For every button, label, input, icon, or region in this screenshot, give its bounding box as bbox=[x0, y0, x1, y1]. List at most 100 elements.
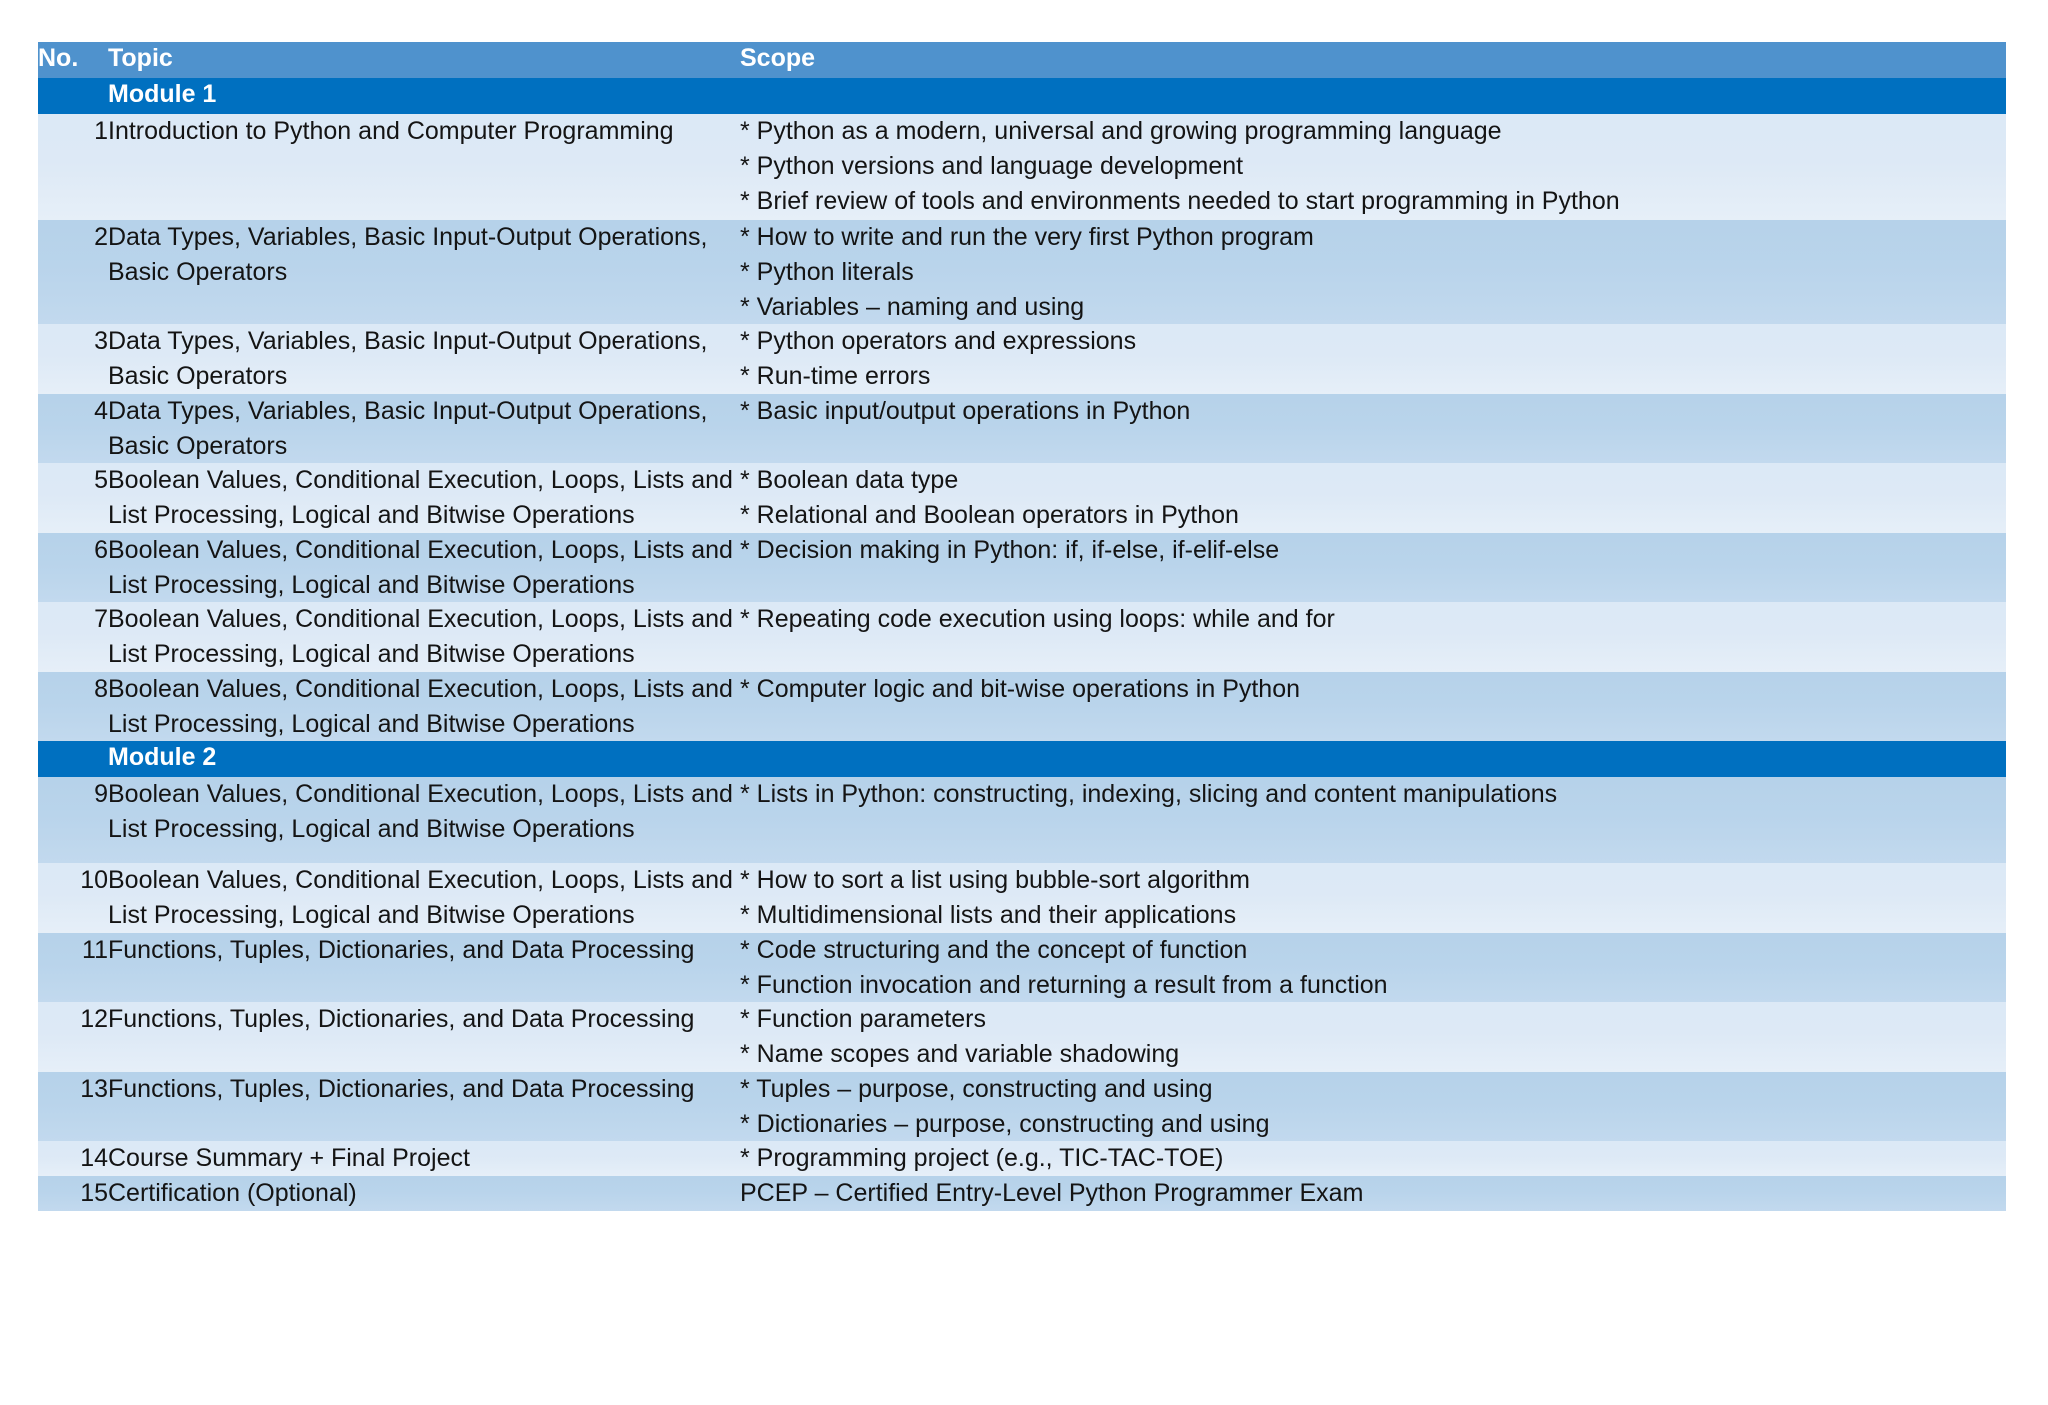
row-topic-text: Boolean Values, Conditional Execution, L… bbox=[108, 605, 733, 668]
row-topic-text: Functions, Tuples, Dictionaries, and Dat… bbox=[108, 935, 695, 964]
row-number: 8 bbox=[38, 671, 108, 742]
row-topic: Course Summary + Final Project bbox=[108, 1141, 740, 1176]
row-topic-text: Functions, Tuples, Dictionaries, and Dat… bbox=[108, 1005, 695, 1034]
table-row: 15 Certification (Optional) PCEP – Certifi… bbox=[38, 1176, 2006, 1211]
row-scope-line: * How to write and run the very first Py… bbox=[740, 223, 1314, 251]
table-row: 9 Boolean Values, Conditional Execution, … bbox=[38, 777, 2006, 864]
row-topic: Functions, Tuples, Dictionaries, and Dat… bbox=[108, 932, 740, 1003]
table-row: 5 Boolean Values, Conditional Execution, … bbox=[38, 463, 2006, 533]
row-topic-text: Functions, Tuples, Dictionaries, and Dat… bbox=[108, 1074, 695, 1103]
row-scope: * Lists in Python: constructing, indexin… bbox=[740, 777, 2006, 864]
row-scope-line: * Brief review of tools and environments… bbox=[740, 186, 1620, 215]
column-header-topic: Topic bbox=[108, 42, 740, 78]
table-row: 12 Functions, Tuples, Dictionaries, and D… bbox=[38, 1002, 2006, 1072]
module-header-row: Module 2 bbox=[38, 741, 2006, 778]
row-number: 6 bbox=[38, 532, 108, 603]
row-number: 5 bbox=[38, 463, 108, 533]
row-scope: * Basic input/output operations in Pytho… bbox=[740, 393, 2006, 464]
course-syllabus-table: No. Topic Scope Module 1 1 Introduction to… bbox=[38, 42, 2006, 1211]
row-number: 10 bbox=[38, 863, 108, 933]
row-number: 14 bbox=[38, 1141, 108, 1176]
row-number: 13 bbox=[38, 1071, 108, 1142]
row-number: 4 bbox=[38, 393, 108, 464]
row-scope-line: * Multidimensional lists and their appli… bbox=[740, 901, 1237, 929]
row-scope: * Tuples – purpose, constructing and usi… bbox=[740, 1071, 2006, 1142]
table-row: 4 Data Types, Variables, Basic Input-Outp… bbox=[38, 393, 2006, 464]
row-scope-line: * Lists in Python: constructing, indexin… bbox=[740, 780, 1558, 809]
table-row: 10 Boolean Values, Conditional Execution,… bbox=[38, 863, 2006, 933]
row-number: 2 bbox=[38, 220, 108, 325]
row-scope: * Code structuring and the concept of fu… bbox=[740, 932, 2006, 1003]
row-topic: Boolean Values, Conditional Execution, L… bbox=[108, 671, 740, 742]
row-scope-line: * Repeating code execution using loops: … bbox=[740, 605, 1335, 634]
row-number: 9 bbox=[38, 777, 108, 864]
row-topic: Functions, Tuples, Dictionaries, and Dat… bbox=[108, 1002, 740, 1072]
row-scope: * How to sort a list using bubble-sort a… bbox=[740, 863, 2006, 933]
module-header-row: Module 1 bbox=[38, 78, 2006, 114]
row-topic-text: Boolean Values, Conditional Execution, L… bbox=[108, 674, 733, 738]
row-topic-text: Boolean Values, Conditional Execution, L… bbox=[108, 780, 733, 843]
row-topic-text: Boolean Values, Conditional Execution, L… bbox=[108, 466, 733, 529]
column-header-no: No. bbox=[38, 42, 108, 78]
table-row: 6 Boolean Values, Conditional Execution, … bbox=[38, 532, 2006, 603]
row-topic: Data Types, Variables, Basic Input-Outpu… bbox=[108, 393, 740, 464]
row-number: 11 bbox=[38, 932, 108, 1003]
module-row-scope bbox=[740, 741, 2006, 778]
row-scope-line: * Python literals bbox=[740, 257, 914, 286]
module-row-label: Module 2 bbox=[108, 741, 740, 778]
row-scope: * Python as a modern, universal and grow… bbox=[740, 114, 2006, 220]
table-row: 13 Functions, Tuples, Dictionaries, and D… bbox=[38, 1071, 2006, 1142]
row-scope: PCEP – Certified Entry-Level Python Prog… bbox=[740, 1176, 2006, 1211]
row-topic: Boolean Values, Conditional Execution, L… bbox=[108, 463, 740, 533]
row-number: 1 bbox=[38, 114, 108, 220]
row-topic: Boolean Values, Conditional Execution, L… bbox=[108, 532, 740, 603]
row-scope-line: * Decision making in Python: if, if-else… bbox=[740, 535, 1280, 564]
row-scope: * Repeating code execution using loops: … bbox=[740, 602, 2006, 672]
row-scope-line: * Python operators and expressions bbox=[740, 327, 1137, 356]
row-scope-line: * Python as a modern, universal and grow… bbox=[740, 117, 1502, 145]
row-scope-line: * Code structuring and the concept of fu… bbox=[740, 935, 1248, 964]
row-topic-text: Boolean Values, Conditional Execution, L… bbox=[108, 535, 733, 599]
row-number: 7 bbox=[38, 602, 108, 672]
row-scope-line: * Programming project (e.g., TIC-TAC-TOE… bbox=[740, 1144, 1224, 1173]
row-topic: Functions, Tuples, Dictionaries, and Dat… bbox=[108, 1071, 740, 1142]
module-row-no bbox=[38, 741, 108, 778]
module-row-scope bbox=[740, 78, 2006, 114]
table-row: 11 Functions, Tuples, Dictionaries, and D… bbox=[38, 932, 2006, 1003]
module-row-label: Module 1 bbox=[108, 78, 740, 114]
table-body: Module 1 1 Introduction to Python and Comp… bbox=[38, 78, 2006, 1211]
header-row: No. Topic Scope bbox=[38, 42, 2006, 78]
row-topic: Boolean Values, Conditional Execution, L… bbox=[108, 863, 740, 933]
row-topic: Certification (Optional) bbox=[108, 1176, 740, 1211]
row-scope: * How to write and run the very first Py… bbox=[740, 220, 2006, 325]
row-scope: * Python operators and expressions * Run-… bbox=[740, 324, 2006, 394]
table-row: 1 Introduction to Python and Computer Pro… bbox=[38, 114, 2006, 220]
row-scope-line: PCEP – Certified Entry-Level Python Prog… bbox=[740, 1179, 1364, 1207]
row-scope-line: * Name scopes and variable shadowing bbox=[740, 1040, 1180, 1068]
row-topic-text: Course Summary + Final Project bbox=[108, 1144, 470, 1173]
row-topic-text: Data Types, Variables, Basic Input-Outpu… bbox=[108, 223, 708, 286]
row-scope-line: * How to sort a list using bubble-sort a… bbox=[740, 866, 1250, 895]
row-topic: Introduction to Python and Computer Prog… bbox=[108, 114, 740, 220]
row-number: 15 bbox=[38, 1176, 108, 1211]
page-root: No. Topic Scope Module 1 1 Introduction to… bbox=[0, 0, 2048, 1405]
row-topic-text: Introduction to Python and Computer Prog… bbox=[108, 117, 674, 145]
row-scope-line: * Basic input/output operations in Pytho… bbox=[740, 396, 1191, 425]
row-topic-text: Certification (Optional) bbox=[108, 1179, 357, 1207]
row-topic-text: Data Types, Variables, Basic Input-Outpu… bbox=[108, 327, 708, 390]
row-topic: Boolean Values, Conditional Execution, L… bbox=[108, 777, 740, 864]
row-scope: * Boolean data type * Relational and Bool… bbox=[740, 463, 2006, 533]
row-scope: * Decision making in Python: if, if-else… bbox=[740, 532, 2006, 603]
table-row: 2 Data Types, Variables, Basic Input-Outp… bbox=[38, 220, 2006, 325]
row-scope-line: * Run-time errors bbox=[740, 362, 931, 390]
row-scope-line: * Relational and Boolean operators in Py… bbox=[740, 501, 1239, 529]
row-scope-line: * Tuples – purpose, constructing and usi… bbox=[740, 1074, 1213, 1103]
row-topic: Data Types, Variables, Basic Input-Outpu… bbox=[108, 220, 740, 325]
table-row: 8 Boolean Values, Conditional Execution, … bbox=[38, 671, 2006, 742]
row-topic-text: Data Types, Variables, Basic Input-Outpu… bbox=[108, 396, 708, 460]
row-scope: * Programming project (e.g., TIC-TAC-TOE… bbox=[740, 1141, 2006, 1176]
row-number: 12 bbox=[38, 1002, 108, 1072]
module-row-no bbox=[38, 78, 108, 114]
table-row: 7 Boolean Values, Conditional Execution, … bbox=[38, 602, 2006, 672]
row-scope-line: * Python versions and language developme… bbox=[740, 151, 1244, 180]
